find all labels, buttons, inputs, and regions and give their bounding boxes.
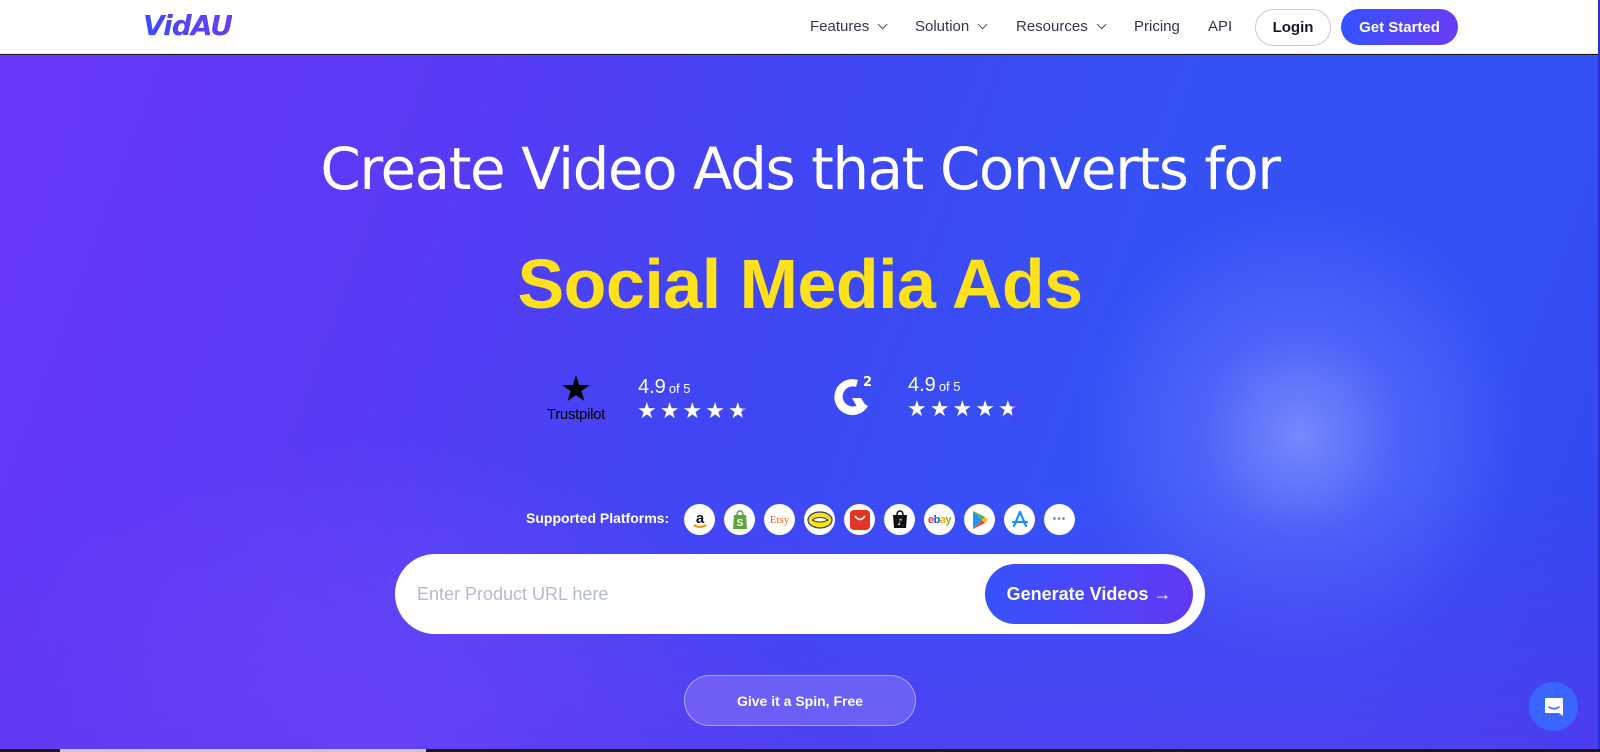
nav-pricing-label: Pricing xyxy=(1134,18,1180,35)
etsy-icon[interactable]: Etsy xyxy=(764,504,795,535)
ebay-icon[interactable]: ebay xyxy=(924,504,955,535)
half-star-icon: ★ xyxy=(997,396,1021,422)
get-started-button[interactable]: Get Started xyxy=(1341,9,1458,45)
trustpilot-name: Trustpilot xyxy=(546,406,606,423)
trustpilot-stars: ★★★★★ xyxy=(637,398,751,424)
tiktok-shop-icon[interactable]: ♪ xyxy=(884,504,915,535)
nav-solution[interactable]: Solution xyxy=(915,18,988,35)
login-button[interactable]: Login xyxy=(1255,9,1331,46)
trustpilot-logo[interactable]: ★ Trustpilot xyxy=(540,368,612,424)
mercadolibre-icon[interactable] xyxy=(804,504,835,535)
app-store-icon[interactable] xyxy=(1004,504,1035,535)
star-icon: ★ xyxy=(929,396,953,421)
star-icon: ★ xyxy=(952,396,976,421)
product-url-form: Generate Videos → xyxy=(395,554,1205,634)
star-icon: ★ xyxy=(659,398,683,423)
generate-videos-button[interactable]: Generate Videos → xyxy=(985,564,1193,624)
svg-text:2: 2 xyxy=(863,375,872,390)
supported-platforms-label: Supported Platforms: xyxy=(526,510,670,526)
g2-score-of: of 5 xyxy=(938,379,961,394)
google-play-icon[interactable] xyxy=(964,504,995,535)
more-icon[interactable]: ••• xyxy=(1044,504,1075,535)
star-icon: ★ xyxy=(975,396,998,421)
star-icon: ★ xyxy=(682,398,706,423)
trustpilot-score: 4.9 of 5 xyxy=(638,376,691,399)
nav-solution-label: Solution xyxy=(915,18,970,35)
nav-features[interactable]: Features xyxy=(810,18,888,35)
nav-resources-label: Resources xyxy=(1016,18,1088,35)
chevron-down-icon xyxy=(1096,19,1107,30)
chevron-down-icon xyxy=(977,19,988,30)
g2-score-value: 4.9 xyxy=(908,374,936,396)
platform-list: a S Etsy ♪ ebay ••• xyxy=(684,504,1075,535)
product-url-input[interactable] xyxy=(417,574,957,614)
star-icon: ★ xyxy=(907,396,930,421)
vidau-logo[interactable]: VidAU xyxy=(143,9,233,42)
shopify-icon[interactable]: S xyxy=(724,504,755,535)
aliexpress-icon[interactable] xyxy=(844,504,875,535)
chat-icon xyxy=(1544,697,1563,716)
trustpilot-star-icon: ★ xyxy=(559,368,593,409)
hero-highlight: Social Media Ads xyxy=(517,245,1083,323)
star-icon: ★ xyxy=(705,398,728,423)
chat-support-button[interactable] xyxy=(1529,682,1578,731)
svg-text:a: a xyxy=(695,510,704,527)
nav-resources[interactable]: Resources xyxy=(1016,18,1107,35)
g2-score: 4.9 of 5 xyxy=(908,374,961,397)
trustpilot-score-of: of 5 xyxy=(668,381,691,396)
nav-pricing[interactable]: Pricing xyxy=(1134,18,1180,35)
half-star-icon: ★ xyxy=(727,398,751,424)
nav-features-label: Features xyxy=(810,18,870,35)
chevron-down-icon xyxy=(877,19,888,30)
star-icon: ★ xyxy=(637,398,660,423)
g2-stars: ★★★★★ xyxy=(907,396,1021,422)
trustpilot-score-value: 4.9 xyxy=(638,376,666,398)
svg-text:♪: ♪ xyxy=(897,518,903,528)
amazon-icon[interactable]: a xyxy=(684,504,715,535)
nav-api-label: API xyxy=(1208,18,1233,35)
top-nav-bar: VidAU Features Solution Resources Pricin… xyxy=(0,0,1600,54)
give-it-a-spin-button[interactable]: Give it a Spin, Free xyxy=(684,675,916,726)
hero-headline: Create Video Ads that Converts for xyxy=(320,135,1281,203)
svg-text:S: S xyxy=(736,518,743,529)
g2-logo[interactable]: 2 xyxy=(828,372,876,420)
nav-api[interactable]: API xyxy=(1208,18,1232,35)
